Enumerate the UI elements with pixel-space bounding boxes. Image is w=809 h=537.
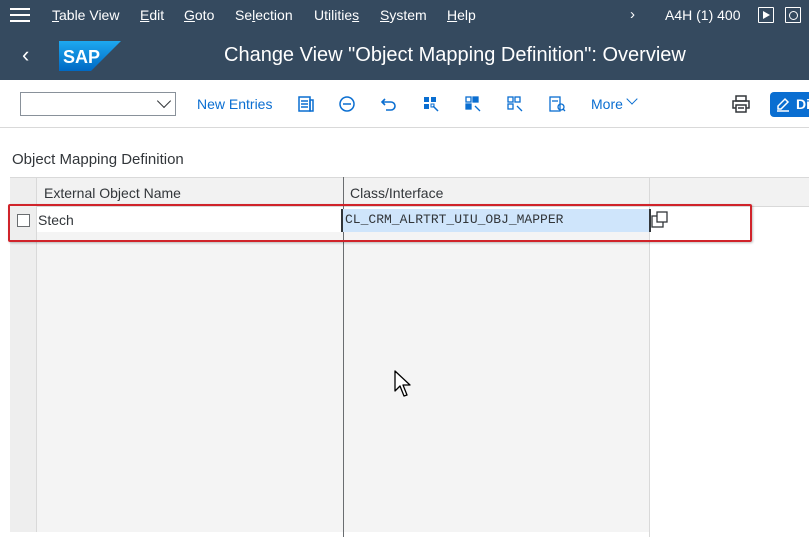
row-selector[interactable]: [10, 257, 37, 282]
table-header: External Object Name Class/Interface: [10, 177, 809, 207]
row-selector[interactable]: [10, 507, 37, 532]
table-cell[interactable]: [344, 482, 650, 507]
print-icon[interactable]: [731, 94, 751, 114]
play-icon[interactable]: [758, 7, 774, 23]
table-cell[interactable]: [344, 307, 650, 332]
select-block-icon[interactable]: [463, 94, 483, 114]
menu-utilities[interactable]: Utilities: [314, 7, 359, 23]
sap-window: Table View Edit Goto Selection Utilities…: [0, 0, 809, 537]
table-row[interactable]: [10, 282, 650, 307]
table-row[interactable]: [10, 507, 650, 532]
row-selector[interactable]: [10, 357, 37, 382]
back-icon[interactable]: ‹: [22, 41, 29, 69]
menu-system[interactable]: System: [380, 7, 427, 23]
table-row[interactable]: [10, 307, 650, 332]
menu-goto[interactable]: Goto: [184, 7, 214, 23]
table-cell[interactable]: [37, 507, 343, 532]
table-cell[interactable]: [344, 357, 650, 382]
row-selector[interactable]: [10, 382, 37, 407]
details-icon[interactable]: [296, 94, 316, 114]
table-row[interactable]: [10, 257, 650, 282]
row-selector[interactable]: [10, 432, 37, 457]
more-button[interactable]: More: [591, 96, 623, 112]
page-title: Change View "Object Mapping Definition":…: [224, 44, 686, 66]
table-cell[interactable]: [37, 457, 343, 482]
column-header-class-interface[interactable]: Class/Interface: [350, 185, 443, 201]
table-cell[interactable]: [37, 332, 343, 357]
system-info: A4H (1) 400: [665, 7, 741, 23]
table-cell[interactable]: [37, 282, 343, 307]
table-cell[interactable]: [344, 257, 650, 282]
okcode-combo[interactable]: [20, 92, 176, 116]
table-cell[interactable]: [37, 307, 343, 332]
undo-icon[interactable]: [379, 94, 399, 114]
table-cell[interactable]: [344, 507, 650, 532]
table-row[interactable]: [10, 457, 650, 482]
row-selector[interactable]: [10, 482, 37, 507]
sap-logo: SAP: [59, 41, 121, 71]
edit-icon: [777, 97, 790, 112]
row-selector[interactable]: [10, 332, 37, 357]
section-title: Object Mapping Definition: [12, 151, 184, 168]
table-row[interactable]: [10, 482, 650, 507]
table-cell[interactable]: [344, 332, 650, 357]
sap-logo-text: SAP: [63, 47, 100, 67]
table-cell[interactable]: [344, 282, 650, 307]
display-change-label: Di: [796, 96, 809, 112]
table-cell[interactable]: [344, 457, 650, 482]
deselect-all-icon[interactable]: [505, 94, 525, 114]
choose-icon[interactable]: [547, 94, 567, 114]
chevron-down-icon[interactable]: [156, 93, 172, 109]
mouse-cursor-icon: [394, 370, 411, 397]
table-row[interactable]: [10, 357, 650, 382]
table-row[interactable]: [10, 432, 650, 457]
select-all-icon[interactable]: [421, 94, 441, 114]
menu-edit[interactable]: Edit: [140, 7, 164, 23]
title-bar: ‹ SAP Change View "Object Mapping Defini…: [0, 31, 809, 80]
table-row[interactable]: [10, 407, 650, 432]
row-selector[interactable]: [10, 457, 37, 482]
table-cell[interactable]: [344, 407, 650, 432]
row-selector[interactable]: [10, 282, 37, 307]
table-cell[interactable]: [37, 407, 343, 432]
row-selector[interactable]: [10, 407, 37, 432]
menu-icon[interactable]: [10, 8, 30, 24]
menu-bar: Table View Edit Goto Selection Utilities…: [0, 0, 809, 31]
table-row[interactable]: [10, 382, 650, 407]
menu-table-view[interactable]: Table View: [52, 7, 119, 23]
table-cell[interactable]: [37, 382, 343, 407]
table-cell[interactable]: [344, 432, 650, 457]
chevron-right-icon[interactable]: ›: [630, 6, 635, 23]
select-all-column-header[interactable]: [10, 178, 37, 207]
table-row[interactable]: [10, 332, 650, 357]
row-selector[interactable]: [10, 307, 37, 332]
menu-help[interactable]: Help: [447, 7, 476, 23]
delete-icon[interactable]: [337, 94, 357, 114]
display-change-button[interactable]: Di: [770, 92, 809, 117]
chevron-down-icon[interactable]: [626, 93, 638, 105]
help-icon[interactable]: [785, 7, 801, 23]
new-entries-button[interactable]: New Entries: [197, 96, 272, 112]
table-cell[interactable]: [37, 432, 343, 457]
application-toolbar: New Entries More Di: [0, 80, 809, 128]
table-cell[interactable]: [344, 382, 650, 407]
highlight-annotation: [8, 204, 752, 242]
table-cell[interactable]: [37, 257, 343, 282]
column-header-external-object-name[interactable]: External Object Name: [44, 185, 181, 201]
menu-selection[interactable]: Selection: [235, 7, 293, 23]
table-cell[interactable]: [37, 482, 343, 507]
table-cell[interactable]: [37, 357, 343, 382]
